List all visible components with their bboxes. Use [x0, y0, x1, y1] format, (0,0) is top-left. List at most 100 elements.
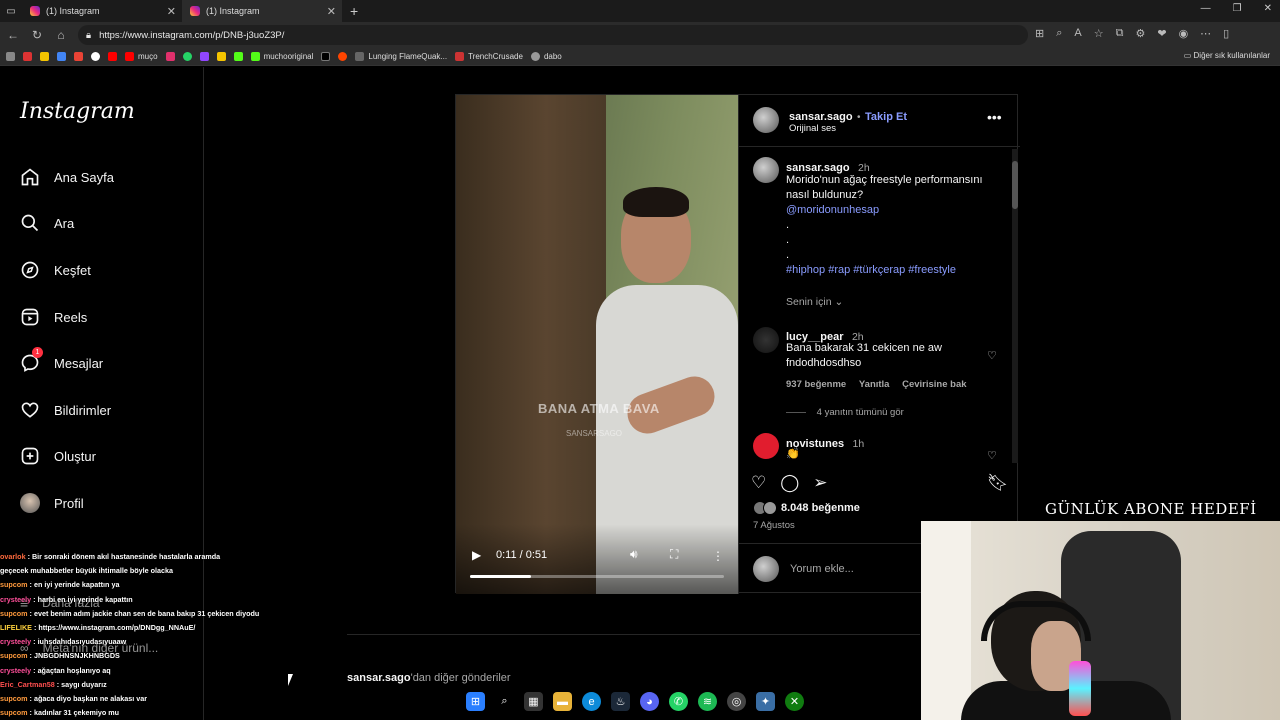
more-horizontal-icon[interactable]: ••• — [987, 109, 1002, 125]
whatsapp-icon[interactable]: ✆ — [669, 692, 688, 711]
bookmark-icon[interactable] — [57, 52, 66, 61]
comment-icon[interactable]: ◯ — [780, 473, 799, 493]
bookmark-icon[interactable] — [338, 52, 348, 61]
sidebar-item-messages[interactable]: 1 Mesajlar — [20, 347, 103, 373]
share-icon[interactable]: ➢ — [813, 473, 827, 493]
minimize-icon[interactable]: — — [1201, 3, 1211, 14]
sidebar-item-profile[interactable]: Profil — [20, 493, 84, 513]
browser-tab-2[interactable]: (1) Instagram ✕ — [182, 0, 342, 22]
for-you-dropdown[interactable]: Senin için ⌄ — [786, 296, 843, 308]
bookmark-icon[interactable] — [40, 52, 49, 61]
close-tab-icon[interactable]: ✕ — [167, 5, 176, 18]
collections-icon[interactable]: ❤ — [1157, 27, 1166, 40]
edge-icon[interactable]: e — [582, 692, 601, 711]
profile-icon[interactable]: ◉ — [1179, 27, 1189, 40]
file-explorer-icon[interactable]: ▬ — [553, 692, 572, 711]
like-comment-icon[interactable]: ♡ — [987, 449, 997, 462]
bookmark-icon[interactable] — [108, 52, 117, 61]
avatar[interactable] — [753, 107, 779, 133]
more-posts-username[interactable]: sansar.sago — [347, 672, 411, 684]
app-icon[interactable]: ✦ — [756, 692, 775, 711]
bookmark-icon[interactable] — [233, 52, 243, 61]
extensions-icon[interactable]: ⧉ — [1116, 27, 1124, 40]
search-icon[interactable]: ⌕ — [495, 692, 514, 711]
bookmark-icon[interactable] — [74, 52, 83, 61]
reply-button[interactable]: Yanıtla — [859, 379, 890, 390]
bookmark-icon[interactable] — [321, 52, 331, 61]
tab-actions-icon[interactable]: ▭ — [0, 6, 22, 17]
play-icon[interactable]: ▶ — [472, 548, 481, 562]
sidebar-item-explore[interactable]: Keşfet — [20, 260, 91, 280]
avatar[interactable] — [753, 433, 779, 459]
sidebar-item-home[interactable]: Ana Sayfa — [20, 167, 114, 187]
home-icon[interactable]: ⌂ — [54, 28, 68, 42]
sidebar-item-search[interactable]: Ara — [20, 213, 74, 233]
follow-button[interactable]: Takip Et — [865, 111, 907, 123]
bookmark-icon[interactable] — [182, 52, 192, 61]
read-aloud-icon[interactable]: A — [1074, 27, 1081, 40]
bookmark-icon[interactable] — [165, 52, 175, 61]
close-tab-icon[interactable]: ✕ — [327, 5, 336, 18]
restore-icon[interactable]: ❐ — [1233, 3, 1242, 14]
bookmark-dabo[interactable]: dabo — [530, 52, 562, 61]
zoom-icon[interactable]: ⌕ — [1056, 27, 1062, 40]
store-icon[interactable]: ▦ — [524, 692, 543, 711]
likes-count[interactable]: 8.048 beğenme — [781, 502, 860, 514]
translate-button[interactable]: Çevirisine bak — [902, 379, 966, 390]
bookmark-muchooriginal[interactable]: muchooriginal — [250, 52, 313, 61]
video-progress-bar[interactable] — [470, 575, 724, 578]
other-bookmarks[interactable]: ▭ Diğer sık kullanılanlar — [1184, 51, 1270, 60]
sidebar-item-reels[interactable]: Reels — [20, 307, 87, 327]
bookmark-trenchcrusade[interactable]: TrenchCrusade — [455, 52, 523, 61]
bookmark-lunging[interactable]: Lunging FlameQuak... — [355, 52, 447, 61]
hashtags-link[interactable]: #hiphop #rap #türkçerap #freestyle — [786, 263, 1006, 278]
fullscreen-icon[interactable]: ⛶ — [670, 547, 678, 562]
original-audio-link[interactable]: Orijinal ses — [789, 123, 836, 134]
view-replies-button[interactable]: 4 yanıtın tümünü gör — [786, 407, 904, 418]
steam-icon[interactable]: ♨ — [611, 692, 630, 711]
apps-icon[interactable]: ⊞ — [1035, 27, 1044, 40]
refresh-icon[interactable]: ↻ — [30, 28, 44, 42]
bookmark-icon[interactable] — [216, 52, 226, 61]
likes-summary[interactable]: 8.048 beğenme — [753, 501, 860, 515]
bookmark-icon[interactable] — [23, 52, 32, 61]
save-bookmark-icon[interactable]: 🔖︎ — [987, 473, 1009, 493]
app-icon[interactable]: ◎ — [727, 692, 746, 711]
settings-icon[interactable]: ⚙ — [1135, 27, 1145, 40]
back-icon[interactable]: ← — [6, 28, 20, 42]
bookmark-muco[interactable]: muço — [125, 52, 158, 61]
video-player[interactable]: BANA ATMA BAVA SANSARSAGO ▶ 0:11 / 0:51 … — [456, 95, 738, 594]
xbox-icon[interactable]: ✕ — [785, 692, 804, 711]
volume-icon[interactable]: 🔊︎ — [630, 547, 638, 562]
mention-link[interactable]: @moridonunhesap — [786, 203, 1006, 218]
more-icon[interactable]: ⋯ — [1200, 27, 1211, 40]
sidebar-toggle-icon[interactable]: ▯ — [1223, 27, 1229, 40]
comment-likes[interactable]: 937 beğenme — [786, 379, 846, 390]
discord-icon[interactable]: ◕ — [640, 692, 659, 711]
address-input[interactable]: 🔒︎ https://www.instagram.com/p/DNB-j3uoZ… — [78, 25, 1028, 45]
bookmark-icon[interactable] — [91, 52, 100, 61]
bookmark-icon[interactable] — [199, 52, 209, 61]
post-author-username[interactable]: sansar.sago — [789, 111, 853, 123]
mouse-cursor-icon — [288, 674, 296, 686]
sidebar-item-notifications[interactable]: Bildirimler — [20, 400, 111, 420]
sidebar-item-create[interactable]: Oluştur — [20, 446, 96, 466]
avatar[interactable] — [753, 157, 779, 183]
avatar[interactable] — [753, 327, 779, 353]
comment-line: fndodhdosdhso — [786, 357, 862, 369]
spotify-icon[interactable]: ≋ — [698, 692, 717, 711]
instagram-logo[interactable]: Instagram — [20, 99, 135, 124]
windows-start-icon[interactable]: ⊞ — [466, 692, 485, 711]
close-window-icon[interactable]: ✕ — [1264, 3, 1272, 14]
chat-message: Eric_Cartman58 : saygı duyarız — [0, 678, 300, 692]
new-tab-icon[interactable]: + — [350, 3, 358, 19]
comment-input[interactable]: Yorum ekle... — [790, 563, 854, 575]
favorite-star-icon[interactable]: ☆ — [1094, 27, 1104, 40]
bookmark-folder-icon[interactable] — [6, 52, 15, 61]
like-icon[interactable]: ♡ — [751, 473, 766, 493]
browser-tab-1[interactable]: (1) Instagram ✕ — [22, 0, 182, 22]
more-vertical-icon[interactable]: ⋮ — [712, 549, 724, 563]
like-comment-icon[interactable]: ♡ — [987, 349, 997, 362]
comments-scrollbar[interactable] — [1012, 149, 1018, 463]
scrollbar-thumb[interactable] — [1012, 161, 1018, 209]
